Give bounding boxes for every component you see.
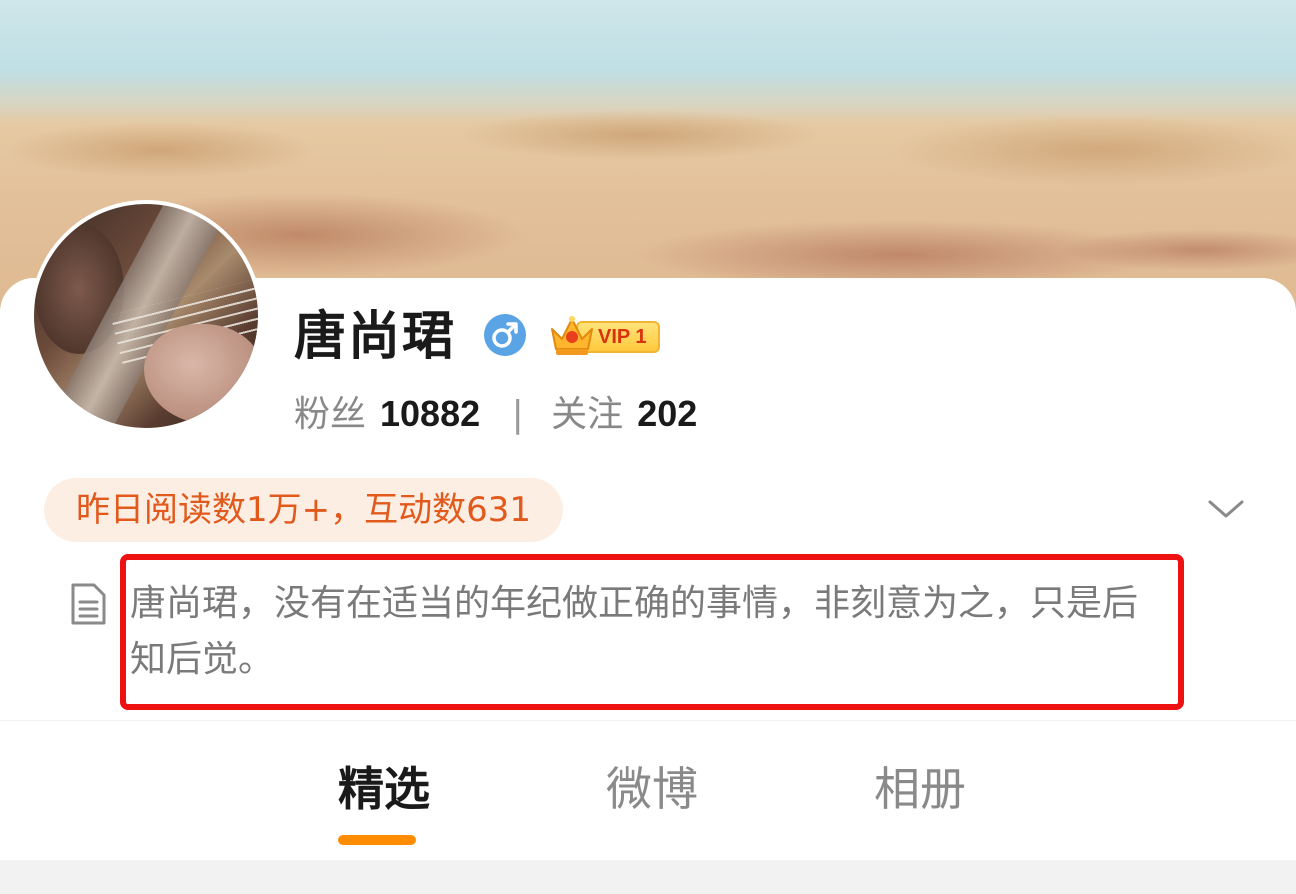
fans-label: 粉丝: [294, 394, 367, 435]
vip-badge[interactable]: VIP 1: [548, 313, 660, 357]
tab-featured[interactable]: 精选: [338, 761, 430, 817]
fans-stat[interactable]: 粉丝 10882: [294, 393, 492, 435]
profile-tabs: 精选 微博 相册: [0, 720, 1296, 860]
chevron-down-icon[interactable]: [1204, 494, 1248, 524]
tab-album[interactable]: 相册: [874, 761, 966, 817]
profile-name: 唐尚珺: [294, 307, 457, 367]
content-area-top: [0, 860, 1296, 894]
document-icon: [68, 582, 108, 626]
active-tab-indicator: [338, 835, 416, 845]
avatar[interactable]: [30, 200, 262, 432]
avatar-photo-hand: [144, 324, 258, 424]
following-count: 202: [637, 393, 698, 434]
stats-separator: |: [511, 394, 524, 435]
tab-weibo[interactable]: 微博: [606, 761, 698, 817]
follow-stats: 粉丝 10882 | 关注 202: [294, 388, 697, 440]
fans-count: 10882: [380, 393, 481, 434]
following-stat[interactable]: 关注 202: [551, 393, 698, 435]
reading-stats-pill[interactable]: 昨日阅读数1万+，互动数631: [44, 478, 564, 542]
following-label: 关注: [551, 394, 624, 435]
crown-icon: [551, 316, 593, 355]
vip-level-label: VIP 1: [598, 326, 647, 348]
male-gender-icon: [484, 314, 526, 356]
profile-bio: 唐尚珺，没有在适当的年纪做正确的事情，非刻意为之，只是后知后觉。: [130, 583, 1139, 680]
